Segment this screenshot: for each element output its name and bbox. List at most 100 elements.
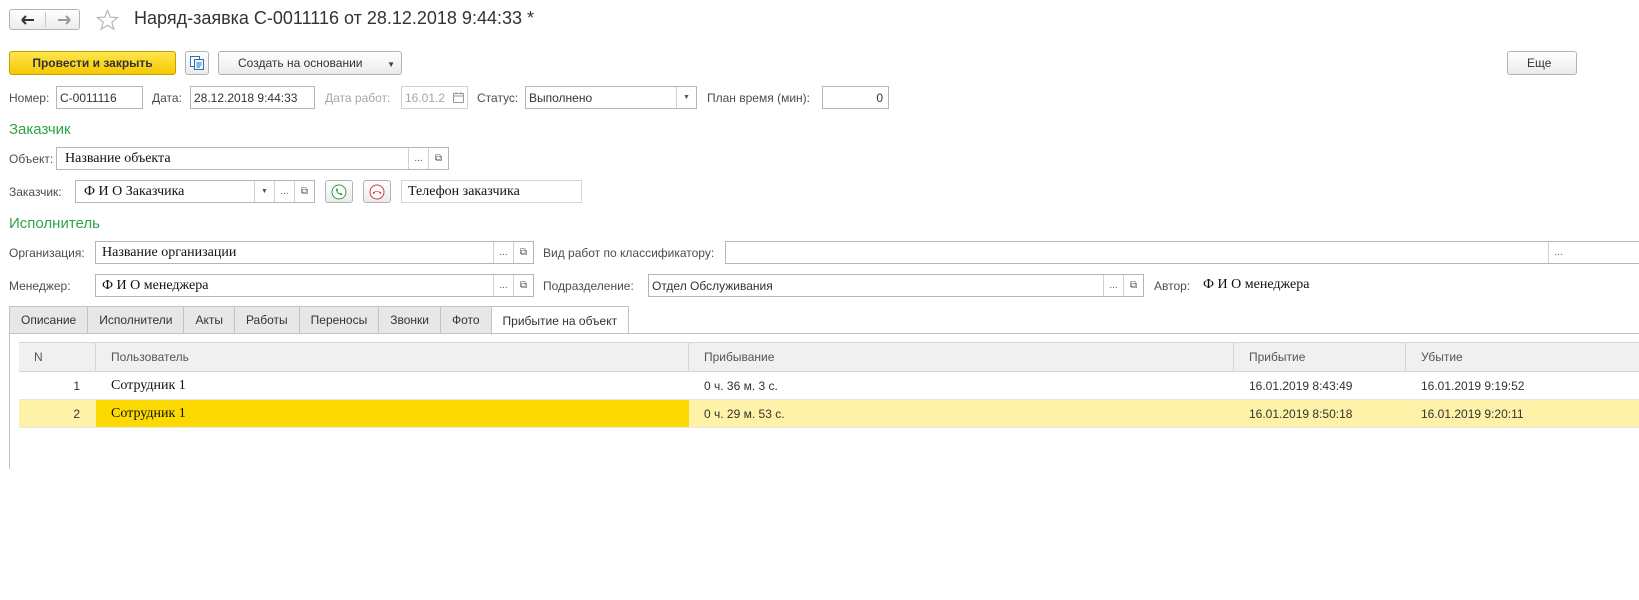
- row-user-current-cell[interactable]: Сотрудник 1: [96, 400, 689, 427]
- status-label: Статус:: [477, 91, 519, 105]
- document-structure-icon: [190, 56, 204, 70]
- number-label: Номер:: [9, 91, 50, 105]
- tab-executors[interactable]: Исполнители: [87, 306, 184, 334]
- table-row-selected[interactable]: 2 Сотрудник 1 0 ч. 29 м. 53 с. 16.01.201…: [19, 400, 1639, 428]
- open-icon[interactable]: ⧉: [513, 275, 533, 296]
- row-departure: 16.01.2019 9:20:11: [1421, 406, 1524, 421]
- date-field[interactable]: 28.12.2018 9:44:33: [190, 86, 315, 109]
- object-label: Объект:: [9, 152, 54, 166]
- chevron-down-icon[interactable]: ▼: [676, 87, 696, 108]
- organization-field[interactable]: Название организации ... ⧉: [95, 241, 534, 264]
- number-value: С-0011116: [60, 90, 117, 105]
- plan-time-label: План время (мин):: [707, 91, 810, 105]
- hangup-button[interactable]: [363, 180, 391, 203]
- manager-label: Менеджер:: [9, 279, 71, 293]
- column-header-stay[interactable]: Прибывание: [689, 343, 1234, 371]
- select-ellipsis-button[interactable]: ...: [1548, 242, 1568, 263]
- star-icon[interactable]: [96, 9, 119, 31]
- row-stay: 0 ч. 29 м. 53 с.: [704, 406, 785, 421]
- tab-description[interactable]: Описание: [9, 306, 88, 334]
- plan-time-value: 0: [876, 90, 883, 105]
- back-button[interactable]: [10, 10, 45, 29]
- tab-bar: Описание Исполнители Акты Работы Перенос…: [9, 306, 630, 335]
- tab-works[interactable]: Работы: [233, 306, 299, 334]
- open-icon[interactable]: ⧉: [1123, 275, 1143, 296]
- row-arrival: 16.01.2019 8:43:49: [1249, 378, 1353, 393]
- phone-call-icon: [331, 184, 347, 199]
- chevron-down-icon: ▼: [387, 60, 395, 69]
- tab-panel-border: [9, 333, 1639, 334]
- open-icon[interactable]: ⧉: [294, 181, 314, 202]
- more-button[interactable]: Еще: [1507, 51, 1577, 75]
- date-value: 28.12.2018 9:44:33: [194, 90, 298, 105]
- customer-label: Заказчик:: [9, 185, 62, 199]
- row-number: 2: [73, 406, 80, 421]
- post-and-close-button[interactable]: Провести и закрыть: [9, 51, 176, 75]
- status-select[interactable]: Выполнено ▼: [525, 86, 697, 109]
- select-ellipsis-button[interactable]: ...: [274, 181, 294, 202]
- row-stay: 0 ч. 36 м. 3 с.: [704, 378, 778, 393]
- author-label: Автор:: [1154, 279, 1191, 293]
- customer-field[interactable]: Ф И О Заказчика ▼ ... ⧉: [75, 180, 315, 203]
- forward-button[interactable]: [46, 10, 81, 29]
- work-date-label: Дата работ:: [325, 91, 391, 105]
- plan-time-field[interactable]: 0: [822, 86, 889, 109]
- manager-field[interactable]: Ф И О менеджера ... ⧉: [95, 274, 534, 297]
- department-value: Отдел Обслуживания: [652, 278, 773, 293]
- work-date-value: 16.01.2: [405, 90, 446, 105]
- work-date-field[interactable]: 16.01.2: [401, 86, 468, 109]
- executor-section-title: Исполнитель: [9, 215, 100, 232]
- arrow-right-icon: [57, 14, 71, 25]
- tab-arrival-at-object[interactable]: Прибытие на объект: [490, 306, 630, 335]
- tab-transfers[interactable]: Переносы: [298, 306, 379, 334]
- select-ellipsis-button[interactable]: ...: [493, 275, 513, 296]
- row-arrival: 16.01.2019 8:50:18: [1249, 406, 1353, 421]
- phone-hangup-icon: [369, 184, 385, 199]
- department-label: Подразделение:: [543, 279, 634, 293]
- row-departure: 16.01.2019 9:19:52: [1421, 378, 1525, 393]
- tab-photo[interactable]: Фото: [439, 306, 491, 334]
- work-type-label: Вид работ по классификатору:: [543, 246, 715, 260]
- more-label: Еще: [1527, 56, 1552, 70]
- column-header-departure[interactable]: Убытие: [1406, 343, 1639, 371]
- select-ellipsis-button[interactable]: ...: [493, 242, 513, 263]
- customer-value: Ф И О Заказчика: [84, 183, 185, 199]
- manager-value: Ф И О менеджера: [102, 277, 209, 293]
- status-value: Выполнено: [529, 90, 593, 105]
- chevron-down-icon[interactable]: ▼: [254, 181, 274, 202]
- object-field[interactable]: Название объекта ... ⧉: [56, 147, 449, 170]
- select-ellipsis-button[interactable]: ...: [408, 148, 428, 169]
- organization-value: Название организации: [102, 244, 237, 260]
- create-based-on-label: Создать на основании: [238, 56, 363, 70]
- call-button[interactable]: [325, 180, 353, 203]
- row-number: 1: [73, 378, 80, 393]
- tab-acts[interactable]: Акты: [183, 306, 234, 334]
- column-header-user[interactable]: Пользователь: [96, 343, 689, 371]
- customer-section-title: Заказчик: [9, 121, 71, 138]
- select-ellipsis-button[interactable]: ...: [1103, 275, 1123, 296]
- organization-label: Организация:: [9, 246, 85, 260]
- open-icon[interactable]: ⧉: [428, 148, 448, 169]
- document-structure-button[interactable]: [185, 51, 209, 75]
- column-header-n[interactable]: N: [19, 343, 96, 371]
- calendar-icon[interactable]: [450, 87, 467, 108]
- table-row[interactable]: 1 Сотрудник 1 0 ч. 36 м. 3 с. 16.01.2019…: [19, 372, 1639, 400]
- column-header-arrival[interactable]: Прибытие: [1234, 343, 1406, 371]
- table-header: N Пользователь Прибывание Прибытие Убыти…: [19, 342, 1639, 372]
- work-type-field[interactable]: ...: [725, 241, 1639, 264]
- row-user: Сотрудник 1: [111, 377, 186, 393]
- navigation-buttons: [9, 9, 80, 30]
- object-value: Название объекта: [65, 150, 171, 166]
- create-based-on-button[interactable]: Создать на основании ▼: [218, 51, 402, 75]
- author-value: Ф И О менеджера: [1203, 277, 1310, 292]
- date-label: Дата:: [152, 91, 182, 105]
- open-icon[interactable]: ⧉: [513, 242, 533, 263]
- number-field[interactable]: С-0011116: [56, 86, 143, 109]
- tab-panel-left-border: [9, 333, 10, 469]
- customer-phone-field[interactable]: Телефон заказчика: [401, 180, 582, 203]
- customer-phone-value: Телефон заказчика: [408, 183, 520, 199]
- window-title: Наряд-заявка С-0011116 от 28.12.2018 9:4…: [134, 8, 534, 28]
- tab-calls[interactable]: Звонки: [378, 306, 440, 334]
- department-field[interactable]: Отдел Обслуживания ... ⧉: [648, 274, 1144, 297]
- arrow-left-icon: [20, 14, 34, 25]
